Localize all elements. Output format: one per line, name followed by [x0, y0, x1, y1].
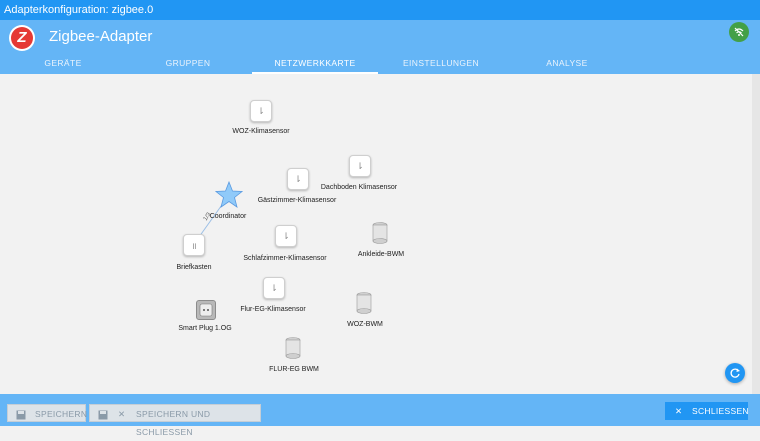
device-label: WOZ-BWM [347, 321, 383, 328]
device-label: FLUR-EG BWM [269, 366, 319, 373]
vertical-scrollbar[interactable] [752, 74, 760, 394]
device-label: Dachboden Klimasensor [320, 184, 398, 191]
save-icon [98, 405, 108, 423]
device-smart-plug[interactable] [196, 300, 216, 320]
device-briefkasten[interactable]: ॥ [183, 234, 205, 256]
save-label: SPEICHERN [35, 409, 88, 419]
device-label: Smart Plug 1.OG [178, 325, 232, 332]
coordinator-node[interactable] [214, 180, 244, 209]
device-label: Schlafzimmer-Klimasensor [243, 255, 327, 262]
device-flur-eg-klimasensor[interactable]: ⇂ [263, 277, 285, 299]
star-icon [214, 180, 244, 208]
save-and-close-label: SPEICHERN UND SCHLIESSEN [136, 409, 211, 437]
device-dachboden-klimasensor[interactable]: ⇂ [349, 155, 371, 177]
thermometer-icon: ⇂ [270, 282, 278, 293]
device-flur-eg-bwm[interactable] [285, 337, 301, 364]
plug-icon [199, 303, 213, 317]
device-ankleide-bwm[interactable] [372, 222, 388, 249]
device-label: Ankleide-BWM [357, 251, 405, 258]
device-woz-bwm[interactable] [356, 292, 372, 319]
tab-gruppen[interactable]: GRUPPEN [127, 56, 249, 74]
refresh-button[interactable] [725, 363, 745, 383]
window-title: Adapterkonfiguration: zigbee.0 [0, 0, 760, 20]
close-button[interactable]: ✕ SCHLIESSEN [665, 402, 749, 420]
device-woz-klimasensor[interactable]: ⇂ [250, 100, 272, 122]
tab-bar: GERÄTE GRUPPEN NETZWERKKARTE EINSTELLUNG… [0, 56, 760, 74]
device-label: WOZ-Klimasensor [232, 128, 290, 135]
thermometer-icon: ⇂ [356, 160, 364, 171]
tab-geraete[interactable]: GERÄTE [2, 56, 124, 74]
close-icon: ✕ [118, 409, 126, 419]
contact-sensor-icon: ॥ [191, 240, 197, 251]
wifi-off-icon[interactable] [729, 22, 749, 42]
thermometer-icon: ⇂ [282, 230, 290, 241]
save-button[interactable]: SPEICHERN [7, 404, 88, 423]
thermometer-icon: ⇂ [294, 173, 302, 184]
save-and-close-button[interactable]: ✕ SPEICHERN UND SCHLIESSEN [89, 404, 261, 437]
zigbee-logo: Z [9, 25, 35, 51]
app-title: Zigbee-Adapter [49, 28, 153, 45]
device-schlafzimmer-klimasensor[interactable]: ⇂ [275, 225, 297, 247]
tab-einstellungen[interactable]: EINSTELLUNGEN [378, 56, 504, 74]
close-icon: ✕ [675, 406, 683, 416]
device-gaestzimmer-klimasensor[interactable]: ⇂ [287, 168, 309, 190]
refresh-icon [730, 368, 740, 378]
zigbee-logo-letter: Z [11, 27, 33, 49]
device-label: Flur-EG-Klimasensor [240, 306, 306, 313]
motion-sensor-icon [356, 292, 372, 314]
motion-sensor-icon [372, 222, 388, 244]
device-label: Gästzimmer-Klimasensor [257, 197, 337, 204]
thermometer-icon: ⇂ [257, 105, 265, 116]
network-map[interactable]: 1/3 Coordinator ⇂ WOZ-Klimasensor ⇂ Dach… [0, 74, 752, 394]
tab-analyse[interactable]: ANALYSE [504, 56, 630, 74]
close-label: SCHLIESSEN [692, 406, 749, 416]
device-label: Briefkasten [176, 264, 212, 271]
save-icon [16, 405, 26, 423]
coordinator-label: Coordinator [209, 213, 247, 220]
motion-sensor-icon [285, 337, 301, 359]
